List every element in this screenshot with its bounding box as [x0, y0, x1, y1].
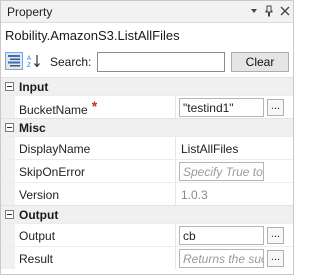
panel-title: Property	[7, 5, 53, 19]
category-output[interactable]: Output	[1, 205, 293, 223]
property-name: Version	[19, 188, 60, 202]
collapse-icon[interactable]	[5, 123, 14, 132]
category-label: Output	[19, 208, 59, 222]
property-name: Output	[19, 229, 56, 243]
column-divider	[175, 96, 176, 118]
column-divider	[175, 137, 176, 159]
property-name: SkipOnError	[19, 165, 86, 179]
property-row-version: Version 1.0.3	[1, 182, 293, 205]
category-label: Misc	[19, 121, 46, 135]
svg-text:Z: Z	[27, 63, 31, 69]
property-panel: Property Robility.AmazonS3.ListAllFiles …	[0, 0, 294, 275]
search-input[interactable]	[97, 52, 225, 72]
property-name: DisplayName	[19, 142, 91, 156]
row-gutter	[1, 183, 15, 205]
dropdown-icon[interactable]	[247, 4, 261, 18]
column-divider	[175, 247, 176, 269]
output-ellipsis-button[interactable]: ...	[267, 227, 284, 244]
collapse-icon[interactable]	[5, 210, 14, 219]
bucketname-ellipsis-button[interactable]: ...	[267, 99, 284, 116]
property-name: Result	[19, 252, 54, 266]
row-gutter	[1, 96, 15, 118]
clear-button[interactable]: Clear	[231, 52, 289, 72]
property-row-output[interactable]: Output cb ...	[1, 223, 293, 246]
title-bar: Property	[1, 1, 293, 23]
alphabetical-icon[interactable]: A Z	[25, 52, 43, 70]
toolbar: A Z Search: Clear	[1, 49, 293, 75]
row-gutter	[1, 224, 15, 246]
search-label: Search:	[50, 55, 92, 69]
row-gutter	[1, 137, 15, 159]
column-divider	[175, 160, 176, 182]
property-grid: Input BucketName * "testind1" ... Misc Di…	[1, 77, 293, 269]
row-gutter	[1, 247, 15, 269]
category-input[interactable]: Input	[1, 77, 293, 95]
result-value-field[interactable]: Returns the succ	[179, 249, 264, 268]
property-row-bucketname[interactable]: BucketName * "testind1" ...	[1, 95, 293, 118]
property-row-result[interactable]: Result Returns the succ ...	[1, 246, 293, 269]
result-ellipsis-button[interactable]: ...	[267, 250, 284, 267]
property-label: BucketName	[19, 103, 88, 117]
property-row-displayname[interactable]: DisplayName ListAllFiles	[1, 136, 293, 159]
category-label: Input	[19, 80, 49, 94]
displayname-value[interactable]: ListAllFiles	[181, 142, 238, 156]
collapse-icon[interactable]	[5, 82, 14, 91]
property-name: BucketName *	[19, 98, 98, 117]
type-name: Robility.AmazonS3.ListAllFiles	[5, 28, 180, 43]
svg-text:A: A	[27, 56, 31, 62]
column-divider	[175, 224, 176, 246]
required-marker: *	[91, 98, 98, 114]
column-divider	[175, 183, 176, 205]
pin-icon[interactable]	[262, 4, 276, 18]
version-value: 1.0.3	[181, 188, 208, 202]
skiponerror-value-field[interactable]: Specify True to ...	[179, 162, 264, 181]
row-gutter	[1, 160, 15, 182]
bucketname-value-field[interactable]: "testind1"	[179, 98, 264, 117]
category-misc[interactable]: Misc	[1, 118, 293, 136]
output-value-field[interactable]: cb	[179, 226, 264, 245]
categorized-icon[interactable]	[5, 52, 23, 70]
property-row-skiponerror[interactable]: SkipOnError Specify True to ...	[1, 159, 293, 182]
close-icon[interactable]	[278, 4, 292, 18]
